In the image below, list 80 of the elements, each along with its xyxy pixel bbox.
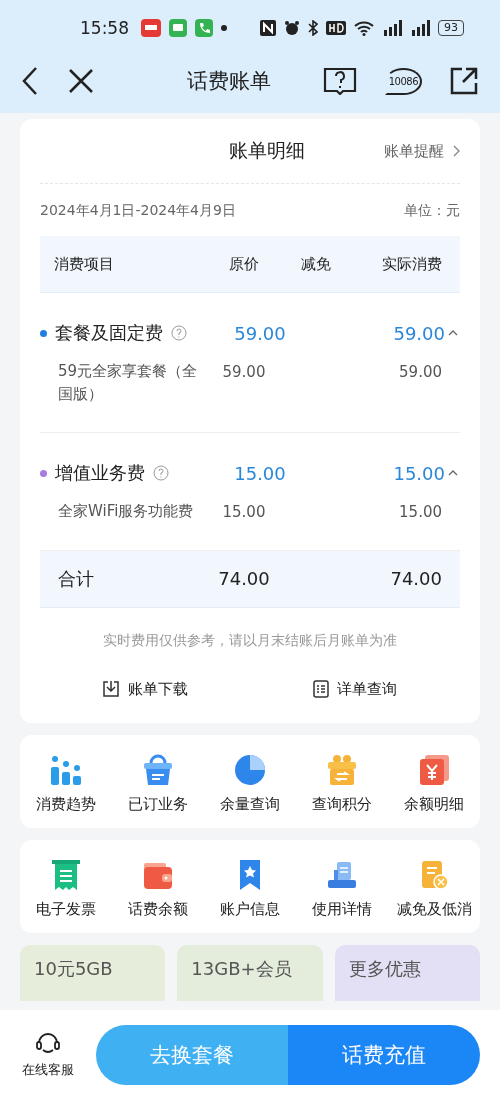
shortcut-label: 已订业务: [128, 794, 188, 814]
category-name: 套餐及固定费: [55, 321, 163, 345]
shortcut-item[interactable]: 账户信息: [204, 857, 296, 919]
share-icon[interactable]: [450, 67, 478, 95]
category-actual: 15.00: [393, 462, 445, 484]
shortcut-label: 账户信息: [220, 899, 280, 919]
promo-card[interactable]: 10元5GB: [20, 944, 166, 1001]
shortcut-item[interactable]: 余额明细: [388, 752, 480, 814]
recharge-button[interactable]: 话费充值: [288, 1025, 480, 1085]
status-time: 15:58: [80, 17, 129, 38]
shortcut-label: 消费趋势: [36, 794, 96, 814]
shortcut-item[interactable]: 已订业务: [112, 752, 204, 814]
headset-icon: [35, 1031, 61, 1055]
total-price: 74.00: [217, 568, 271, 589]
card-title: 账单明细: [228, 138, 306, 163]
shortcut-item[interactable]: 电子发票: [20, 857, 112, 919]
download-icon: [102, 680, 120, 698]
shortcut-label: 使用详情: [312, 899, 372, 919]
wifi-icon: [354, 19, 374, 36]
chevron-icon[interactable]: [448, 469, 458, 477]
column-heading: 实际消费: [381, 254, 443, 274]
category-price: 15.00: [233, 462, 287, 484]
category-name: 增值业务费: [55, 461, 145, 485]
shortcut-item[interactable]: 查询积分: [296, 752, 388, 814]
promo-card[interactable]: 13GB+会员: [177, 944, 323, 1001]
reminder-link[interactable]: 账单提醒: [384, 141, 444, 161]
hd-icon: [326, 20, 346, 35]
promo-card[interactable]: 更多优惠: [334, 944, 480, 1001]
total-actual: 74.00: [389, 568, 443, 589]
signal-icon: [410, 19, 430, 36]
item-name: 59元全家享套餐（全国版）: [57, 361, 199, 405]
action-link[interactable]: 账单下载: [40, 679, 250, 699]
bluetooth-icon: [308, 19, 318, 36]
shortcut-label: 话费余额: [128, 899, 188, 919]
help-book-icon[interactable]: [322, 67, 357, 95]
pie-chart-icon: [233, 752, 267, 787]
period-text: 2024年4月1日-2024年4月9日: [40, 202, 236, 220]
column-heading: 原价: [228, 254, 260, 274]
yuan-note-icon: [417, 752, 451, 787]
column-heading: 消费项目: [54, 254, 115, 274]
shortcut-label: 查询积分: [312, 794, 372, 814]
total-label: 合计: [58, 566, 95, 591]
customer-service-button[interactable]: 在线客服: [22, 1031, 74, 1079]
shortcut-label: 电子发票: [36, 899, 96, 919]
back-icon[interactable]: [20, 66, 40, 96]
nfc-icon: [260, 19, 276, 36]
receipt-icon: [49, 857, 83, 892]
hotline-button[interactable]: 10086: [384, 67, 422, 95]
signal-icon: [382, 19, 402, 36]
phone-icon: [195, 18, 213, 37]
document-icon: [313, 680, 329, 698]
shortcut-item[interactable]: 使用详情: [296, 857, 388, 919]
page-title: 话费账单: [185, 68, 272, 95]
app-notification-icon: [141, 18, 161, 37]
category-actual: 59.00: [393, 322, 445, 344]
shortcut-item[interactable]: 余量查询: [204, 752, 296, 814]
item-price: 59.00: [221, 363, 267, 381]
shortcut-label: 余量查询: [220, 794, 280, 814]
item-name: 全家WiFi服务功能费: [57, 501, 195, 522]
item-actual: 59.00: [398, 363, 443, 381]
shortcut-item[interactable]: 消费趋势: [20, 752, 112, 814]
item-actual: 15.00: [398, 503, 443, 521]
close-icon[interactable]: [68, 68, 94, 94]
disclaimer-text: 实时费用仅供参考，请以月末结账后月账单为准: [102, 630, 398, 650]
gift-icon: [325, 752, 359, 787]
message-icon: [169, 18, 187, 37]
chevron-right-icon[interactable]: [452, 145, 460, 157]
action-link[interactable]: 详单查询: [250, 679, 460, 699]
shortcut-label: 余额明细: [404, 794, 464, 814]
column-heading: 减免: [300, 254, 332, 274]
dot-icon: [221, 24, 227, 31]
category-price: 59.00: [233, 322, 287, 344]
shortcut-label: 减免及低消: [396, 899, 472, 919]
unit-text: 单位：元: [404, 202, 460, 220]
basket-icon: [141, 752, 175, 787]
battery-level: 93: [438, 19, 464, 36]
item-price: 15.00: [221, 503, 267, 521]
chevron-icon[interactable]: [448, 329, 458, 337]
shortcut-item[interactable]: 话费余额: [112, 857, 204, 919]
shortcut-item[interactable]: 减免及低消: [388, 857, 480, 919]
